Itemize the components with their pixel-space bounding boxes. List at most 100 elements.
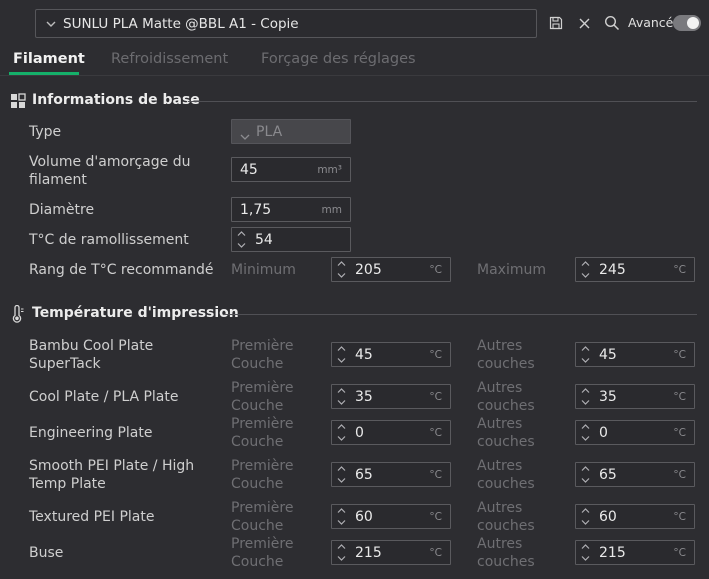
- temp-unit: °C: [429, 511, 442, 523]
- save-icon[interactable]: [547, 14, 565, 32]
- other-layers-temp-input[interactable]: 65 °C: [575, 462, 695, 487]
- other-layers-temp-value: 45: [599, 347, 617, 363]
- spin-down-icon: [337, 273, 345, 278]
- spin-up-icon: [581, 466, 589, 471]
- spin-up-icon: [337, 508, 345, 513]
- other-layers-temp-input[interactable]: 60 °C: [575, 504, 695, 529]
- spin-up-icon: [581, 388, 589, 393]
- other-layers-label: Autres couches: [477, 500, 535, 534]
- spin-down-icon: [337, 358, 345, 363]
- close-icon[interactable]: [575, 14, 593, 32]
- first-layer-temp-input[interactable]: 0 °C: [331, 420, 451, 445]
- spin-buttons[interactable]: [336, 261, 346, 278]
- first-layer-temp-input[interactable]: 65 °C: [331, 462, 451, 487]
- spin-up-icon: [337, 544, 345, 549]
- advanced-toggle[interactable]: [673, 15, 701, 31]
- first-layer-temp-input[interactable]: 45 °C: [331, 342, 451, 367]
- spin-buttons[interactable]: [580, 261, 590, 278]
- temp-unit: °C: [429, 547, 442, 559]
- search-icon[interactable]: [603, 14, 621, 32]
- spin-buttons[interactable]: [580, 544, 590, 561]
- diameter-input[interactable]: 1,75 mm: [231, 197, 351, 222]
- spin-down-icon: [337, 436, 345, 441]
- spin-buttons[interactable]: [580, 508, 590, 525]
- temp-unit: °C: [429, 264, 442, 276]
- spin-down-icon: [581, 273, 589, 278]
- temp-unit: °C: [673, 547, 686, 559]
- spin-buttons[interactable]: [336, 346, 346, 363]
- advanced-label: Avancé: [628, 15, 674, 30]
- plate-name-label: Bambu Cool Plate SuperTack: [29, 338, 154, 372]
- temp-range-label: Rang de T°C recommandé: [29, 262, 214, 278]
- tabs-divider: [0, 75, 709, 76]
- other-layers-temp-input[interactable]: 35 °C: [575, 384, 695, 409]
- first-layer-temp-input[interactable]: 215 °C: [331, 540, 451, 565]
- other-layers-temp-input[interactable]: 0 °C: [575, 420, 695, 445]
- spin-buttons[interactable]: [236, 231, 246, 248]
- preset-name: SUNLU PLA Matte @BBL A1 - Copie: [63, 15, 299, 32]
- first-layer-temp-input[interactable]: 60 °C: [331, 504, 451, 529]
- plate-name-label: Smooth PEI Plate / High Temp Plate: [29, 458, 195, 492]
- spin-up-icon: [237, 231, 245, 236]
- temp-unit: °C: [673, 391, 686, 403]
- other-layers-temp-value: 65: [599, 467, 617, 483]
- spin-buttons[interactable]: [336, 544, 346, 561]
- spin-buttons[interactable]: [580, 388, 590, 405]
- tab-setting-overrides[interactable]: Forçage des réglages: [261, 51, 416, 67]
- temp-range-max-input[interactable]: 245 °C: [575, 257, 695, 282]
- spin-down-icon: [581, 520, 589, 525]
- temp-unit: °C: [429, 469, 442, 481]
- diameter-label: Diamètre: [29, 202, 95, 218]
- other-layers-temp-input[interactable]: 215 °C: [575, 540, 695, 565]
- other-layers-temp-value: 35: [599, 389, 617, 405]
- prime-volume-value: 45: [240, 162, 258, 178]
- first-layer-temp-value: 0: [355, 425, 364, 441]
- spin-up-icon: [581, 544, 589, 549]
- spin-buttons[interactable]: [580, 466, 590, 483]
- spin-buttons[interactable]: [580, 424, 590, 441]
- first-layer-temp-input[interactable]: 35 °C: [331, 384, 451, 409]
- spin-down-icon: [337, 520, 345, 525]
- plate-name-label: Cool Plate / PLA Plate: [29, 389, 179, 405]
- first-layer-label: Première Couche: [231, 380, 294, 414]
- prime-volume-input[interactable]: 45 mm³: [231, 157, 351, 182]
- thermometer-icon: [11, 304, 25, 327]
- spin-buttons[interactable]: [336, 508, 346, 525]
- spin-buttons[interactable]: [580, 346, 590, 363]
- spin-up-icon: [581, 424, 589, 429]
- spin-up-icon: [581, 346, 589, 351]
- spin-buttons[interactable]: [336, 424, 346, 441]
- spin-buttons[interactable]: [336, 466, 346, 483]
- temp-unit: °C: [429, 349, 442, 361]
- first-layer-temp-value: 35: [355, 389, 373, 405]
- softening-temp-input[interactable]: 54: [231, 227, 351, 252]
- temp-range-max-label: Maximum: [477, 262, 546, 278]
- other-layers-temp-input[interactable]: 45 °C: [575, 342, 695, 367]
- first-layer-temp-value: 60: [355, 509, 373, 525]
- spin-up-icon: [581, 261, 589, 266]
- type-select: PLA: [231, 119, 351, 144]
- spin-down-icon: [581, 358, 589, 363]
- first-layer-label: Première Couche: [231, 338, 294, 372]
- tab-filament[interactable]: Filament: [13, 51, 85, 67]
- first-layer-temp-value: 45: [355, 347, 373, 363]
- section-divider: [223, 314, 697, 315]
- temp-unit: °C: [673, 349, 686, 361]
- type-value: PLA: [256, 124, 283, 140]
- temp-range-min-input[interactable]: 205 °C: [331, 257, 451, 282]
- plate-name-label: Buse: [29, 545, 64, 561]
- section-divider: [188, 101, 697, 102]
- first-layer-temp-value: 215: [355, 545, 382, 561]
- first-layer-temp-value: 65: [355, 467, 373, 483]
- chevron-down-icon: [46, 17, 56, 30]
- temp-unit: °C: [673, 427, 686, 439]
- first-layer-label: Première Couche: [231, 416, 294, 450]
- preset-select[interactable]: SUNLU PLA Matte @BBL A1 - Copie: [35, 9, 537, 38]
- spin-down-icon: [581, 556, 589, 561]
- section-title-print-temp: Température d'impression: [32, 305, 239, 321]
- spin-up-icon: [337, 261, 345, 266]
- spin-up-icon: [337, 388, 345, 393]
- tab-cooling[interactable]: Refroidissement: [111, 51, 228, 67]
- other-layers-label: Autres couches: [477, 458, 535, 492]
- spin-buttons[interactable]: [336, 388, 346, 405]
